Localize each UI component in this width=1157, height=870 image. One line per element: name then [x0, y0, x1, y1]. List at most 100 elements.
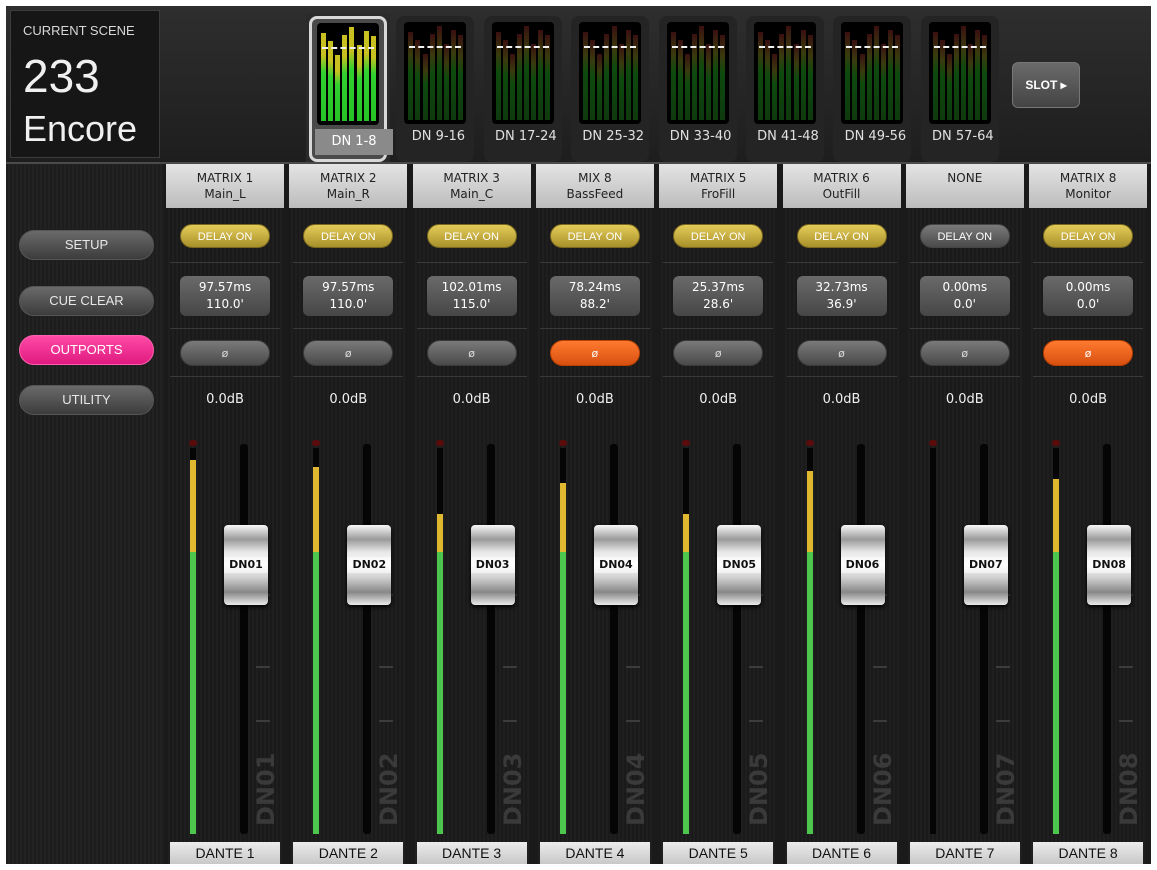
utility-button[interactable]: UTILITY: [19, 385, 154, 415]
delay-time-field[interactable]: 25.37ms 28.6': [673, 276, 764, 316]
output-port-button[interactable]: DANTE 2: [293, 842, 404, 864]
fader-knob[interactable]: DN06: [840, 525, 885, 605]
fader-knob[interactable]: DN05: [717, 525, 762, 605]
bank-button-3[interactable]: DN 17-24: [481, 14, 565, 162]
strip-source-header[interactable]: MATRIX 1 Main_L: [166, 164, 284, 208]
phase-button[interactable]: ø: [180, 340, 270, 366]
delay-on-button[interactable]: DELAY ON: [549, 224, 640, 248]
bank-button-2[interactable]: DN 9-16: [393, 14, 477, 162]
current-scene-panel[interactable]: CURRENT SCENE 233 Encore: [10, 10, 160, 158]
fader-level-readout: 0.0dB: [699, 392, 738, 407]
divider: [293, 262, 404, 263]
divider: [786, 376, 897, 377]
strip-source-header[interactable]: MATRIX 8 Monitor: [1029, 164, 1148, 208]
output-port-button[interactable]: DANTE 6: [786, 842, 897, 864]
delay-time-field[interactable]: 102.01ms 115.0': [426, 276, 517, 316]
slot-button[interactable]: SLOT ▸: [1012, 62, 1080, 108]
setup-button[interactable]: SETUP: [19, 230, 154, 260]
mini-fader-line: [671, 46, 724, 48]
bank-button-4[interactable]: DN 25-32: [568, 14, 652, 162]
peak-indicator: [312, 440, 321, 446]
delay-time-field[interactable]: 97.57ms 110.0': [180, 276, 270, 316]
level-meter: [559, 448, 566, 834]
phase-button[interactable]: ø: [919, 340, 1010, 366]
phase-button[interactable]: ø: [303, 340, 394, 366]
fader-track[interactable]: [1103, 444, 1112, 834]
fader-track[interactable]: [979, 444, 988, 834]
phase-button[interactable]: ø: [426, 340, 517, 366]
bank-button-7[interactable]: DN 49-56: [830, 14, 914, 162]
top-bar: CURRENT SCENE 233 Encore DN 1-8 DN 9-16 DN…: [6, 6, 1151, 164]
app-window: CURRENT SCENE 233 Encore DN 1-8 DN 9-16 DN…: [6, 6, 1151, 864]
bank-button-5[interactable]: DN 33-40: [656, 14, 740, 162]
delay-on-button[interactable]: DELAY ON: [919, 224, 1010, 248]
delay-feet: 110.0': [206, 297, 244, 311]
bank-button-8[interactable]: DN 57-64: [918, 14, 1002, 162]
delay-on-button[interactable]: DELAY ON: [426, 224, 517, 248]
bank-meter-preview: [928, 22, 991, 124]
fader-knob-label: DN05: [717, 557, 762, 573]
strip-source-name: FroFill: [701, 187, 736, 201]
mini-meter-bar: [363, 31, 369, 121]
mini-meter-bar: [349, 27, 355, 121]
strip-source-header[interactable]: MATRIX 6 OutFill: [782, 164, 901, 208]
strip-source-header[interactable]: NONE: [905, 164, 1024, 208]
delay-on-button[interactable]: DELAY ON: [303, 224, 394, 248]
fader-track[interactable]: [240, 444, 248, 834]
divider: [663, 376, 774, 377]
phase-button[interactable]: ø: [673, 340, 764, 366]
output-port-button[interactable]: DANTE 7: [909, 842, 1020, 864]
mini-fader-line: [584, 46, 637, 48]
fader-knob-label: DN03: [470, 557, 515, 573]
bank-button-1[interactable]: DN 1-8: [306, 14, 393, 162]
phase-button[interactable]: ø: [796, 340, 887, 366]
output-port-button[interactable]: DANTE 5: [663, 842, 774, 864]
fader-scale-tick: [749, 720, 764, 722]
delay-time-field[interactable]: 97.57ms 110.0': [303, 276, 394, 316]
strip-source-header[interactable]: MATRIX 3 Main_C: [412, 164, 531, 208]
bank-label: DN 1-8: [315, 129, 393, 155]
delay-time-field[interactable]: 32.73ms 36.9': [796, 276, 887, 316]
cue-clear-button[interactable]: CUE CLEAR: [19, 286, 154, 316]
phase-button[interactable]: ø: [549, 340, 640, 366]
fader-track[interactable]: [856, 444, 865, 834]
delay-on-button[interactable]: DELAY ON: [796, 224, 887, 248]
output-port-button[interactable]: DANTE 1: [170, 842, 280, 864]
strip-source-header[interactable]: MATRIX 2 Main_R: [289, 164, 408, 208]
delay-feet: 88.2': [579, 297, 610, 311]
fader-knob[interactable]: DN02: [347, 525, 392, 605]
divider: [663, 262, 774, 263]
delay-feet: 110.0': [329, 297, 368, 311]
outports-button[interactable]: OUTPORTS: [19, 335, 154, 365]
delay-time-field[interactable]: 78.24ms 88.2': [549, 276, 640, 316]
bank-frame: DN 57-64: [920, 16, 999, 162]
delay-time-field[interactable]: 0.00ms 0.0': [919, 276, 1010, 316]
fader-scale-tick: [379, 720, 394, 722]
channel-watermark: DN06: [868, 752, 897, 826]
fader-track[interactable]: [363, 444, 372, 834]
mini-meter-bar: [524, 26, 530, 120]
output-port-button[interactable]: DANTE 3: [416, 842, 527, 864]
bank-button-6[interactable]: DN 41-48: [743, 14, 827, 162]
fader-knob[interactable]: DN03: [470, 525, 515, 605]
delay-ms: 97.57ms: [198, 280, 252, 294]
delay-on-button[interactable]: DELAY ON: [673, 224, 764, 248]
strip-source-header[interactable]: MIX 8 BassFeed: [535, 164, 654, 208]
strip-source-header[interactable]: MATRIX 5 FroFill: [659, 164, 778, 208]
fader-knob[interactable]: DN04: [593, 525, 638, 605]
output-port-button[interactable]: DANTE 8: [1033, 842, 1144, 864]
fader-knob[interactable]: DN08: [1087, 525, 1132, 605]
phase-button[interactable]: ø: [1043, 340, 1134, 366]
fader-track[interactable]: [733, 444, 742, 834]
scene-name: Encore: [23, 108, 138, 149]
delay-on-button[interactable]: DELAY ON: [1043, 224, 1134, 248]
divider: [170, 328, 280, 329]
output-port-button[interactable]: DANTE 4: [539, 842, 650, 864]
fader-knob[interactable]: DN01: [224, 525, 268, 605]
fader-knob[interactable]: DN07: [963, 525, 1008, 605]
fader-track[interactable]: [609, 444, 618, 834]
delay-time-field[interactable]: 0.00ms 0.0': [1043, 276, 1134, 316]
delay-on-button[interactable]: DELAY ON: [180, 224, 270, 248]
fader-track[interactable]: [486, 444, 495, 834]
fader-scale-tick: [995, 720, 1010, 722]
